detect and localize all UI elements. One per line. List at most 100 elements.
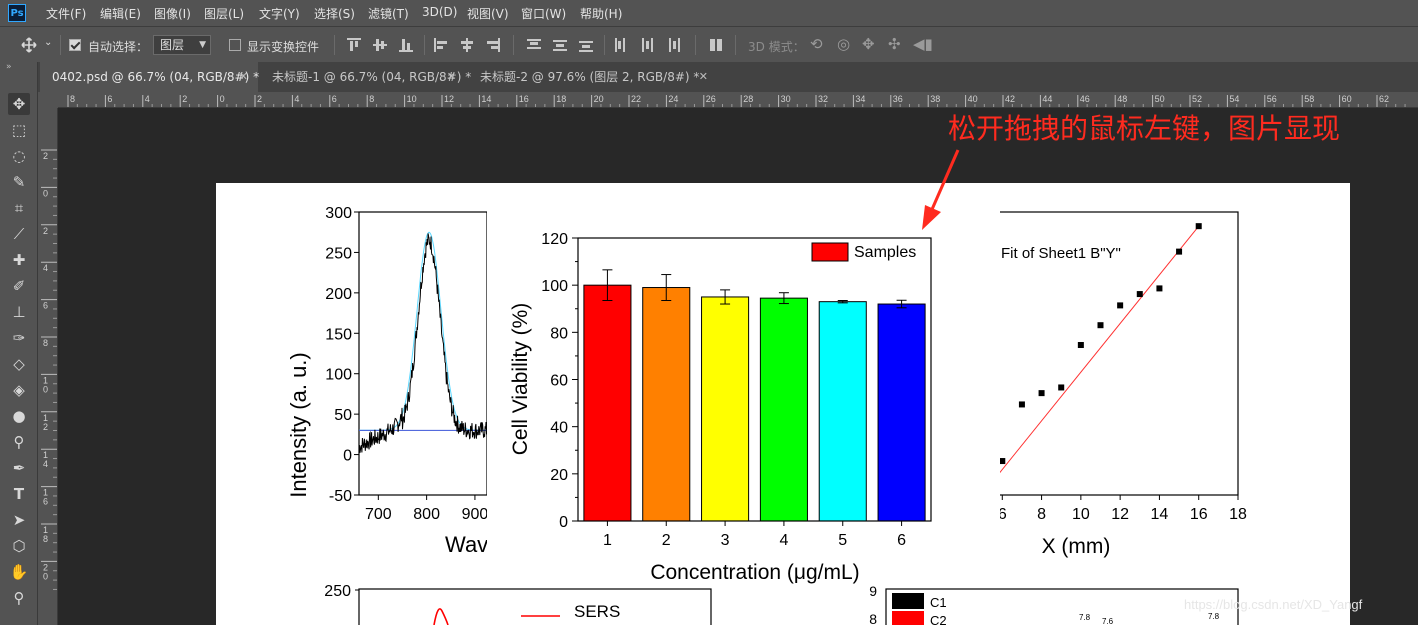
y-axis-label: Cell Viability (%) <box>509 303 532 456</box>
align-left-icon[interactable] <box>434 38 448 52</box>
pen-tool-icon[interactable]: ✒ <box>8 457 30 479</box>
distribute-top-icon[interactable] <box>527 38 541 52</box>
ruler-label: 4 <box>145 94 150 104</box>
chevron-down-icon[interactable]: ⌄ <box>44 37 52 48</box>
bar <box>759 297 808 522</box>
move-tool-icon[interactable] <box>20 37 38 53</box>
align-horizontal-center-icon[interactable] <box>460 38 474 52</box>
x-axis-label: X (mm) <box>1042 535 1111 558</box>
brush-tool-icon[interactable]: ✐ <box>8 275 30 297</box>
x-tick-label: 12 <box>1111 506 1129 523</box>
menu-filter[interactable]: 滤镜(T) <box>368 5 409 22</box>
move-tool-icon[interactable]: ✥ <box>8 93 30 115</box>
distribute-bottom-icon[interactable] <box>579 38 593 52</box>
history-brush-icon[interactable]: ✑ <box>8 327 30 349</box>
eraser-tool-icon[interactable]: ◇ <box>8 353 30 375</box>
distribute-right-icon[interactable] <box>666 38 680 52</box>
quick-select-tool-icon[interactable]: ✎ <box>8 171 30 193</box>
horizontal-ruler[interactable]: 8 6 4 2 0 2 4 6 8 10 12 14 16 18 20 22 24 26 28 30 32 34 36 38 4… <box>58 92 1418 108</box>
photoshop-logo: Ps <box>8 4 26 22</box>
distribute-vertical-center-icon[interactable] <box>553 38 567 52</box>
close-icon[interactable]: ✕ <box>239 62 248 92</box>
menu-help[interactable]: 帮助(H) <box>580 5 622 22</box>
menu-image[interactable]: 图像(I) <box>154 5 191 22</box>
auto-align-icon[interactable] <box>709 38 723 52</box>
zoom-tool-icon[interactable]: ⚲ <box>8 587 30 609</box>
document-canvas[interactable]: -50 0 50 100 150 200 250 300 700 800 900 Intensit… <box>216 183 1350 625</box>
divider <box>334 35 335 55</box>
y-tick-label: 80 <box>550 325 568 342</box>
auto-select-target-dropdown[interactable]: 图层 ▼ <box>153 35 211 55</box>
menu-view[interactable]: 视图(V) <box>467 5 509 22</box>
ruler-label: 52 <box>1192 94 1202 104</box>
tab-document-3[interactable]: 未标题-2 @ 97.6% (图层 2, RGB/8#) * ✕ <box>468 62 718 92</box>
healing-brush-icon[interactable]: ✚ <box>8 249 30 271</box>
ruler-label: 62 <box>1379 94 1389 104</box>
3d-slide-icon[interactable]: ✣ <box>888 35 901 53</box>
menu-select[interactable]: 选择(S) <box>314 5 355 22</box>
ruler-label: 42 <box>1005 94 1015 104</box>
panel-collapse-icon[interactable]: » <box>6 62 12 72</box>
menu-3d[interactable]: 3D(D) <box>422 5 457 19</box>
data-point <box>1136 291 1143 298</box>
dodge-tool-icon[interactable]: ⚲ <box>8 431 30 453</box>
data-label: 7.6 <box>1102 617 1114 625</box>
hand-tool-icon[interactable]: ✋ <box>8 561 30 583</box>
auto-select-checkbox[interactable] <box>69 39 81 51</box>
shape-tool-icon[interactable]: ⬡ <box>8 535 30 557</box>
eyedropper-tool-icon[interactable]: ⟋ <box>8 223 30 245</box>
vertical-ruler[interactable]: 202468101214161820 <box>38 108 58 625</box>
ruler-label: 26 <box>706 94 716 104</box>
menu-edit[interactable]: 编辑(E) <box>100 5 141 22</box>
tools-panel: » ✥ ⬚ ◌ ✎ ⌗ ⟋ ✚ ✐ ⊥ ✑ ◇ ◈ ● ⚲ ✒ T ➤ ⬡ ✋ … <box>0 62 38 625</box>
path-select-icon[interactable]: ➤ <box>8 509 30 531</box>
distribute-left-icon[interactable] <box>614 38 628 52</box>
align-vertical-center-icon[interactable] <box>373 38 387 52</box>
3d-pan-icon[interactable]: ✥ <box>862 35 875 53</box>
menu-type[interactable]: 文字(Y) <box>259 5 300 22</box>
distribute-horizontal-center-icon[interactable] <box>640 38 654 52</box>
ruler-label: 2 <box>43 151 48 161</box>
ruler-corner[interactable] <box>38 92 58 108</box>
lasso-tool-icon[interactable]: ◌ <box>8 145 30 167</box>
spectrum-chart: -50 0 50 100 150 200 250 300 700 800 900 Intensit… <box>286 205 488 557</box>
blur-tool-icon[interactable]: ● <box>8 405 30 427</box>
ruler-label: 2 <box>182 94 187 104</box>
ruler-label: 2 <box>43 226 48 236</box>
paint-bucket-icon[interactable]: ◈ <box>8 379 30 401</box>
y-tick-label: 150 <box>325 326 352 343</box>
show-transform-checkbox[interactable] <box>229 39 241 51</box>
stamp-tool-icon[interactable]: ⊥ <box>8 301 30 323</box>
tab-document-1[interactable]: 0402.psd @ 66.7% (04, RGB/8#) * ✕ <box>40 62 259 92</box>
close-icon[interactable]: ✕ <box>699 62 708 92</box>
ruler-label: 14 <box>481 94 491 104</box>
3d-roll-icon[interactable]: ◎ <box>837 35 850 53</box>
data-point <box>1176 248 1183 255</box>
y-tick-label: 0 <box>559 514 568 531</box>
ruler-label: 2 <box>257 94 262 104</box>
legend-label-c1: C1 <box>930 595 947 610</box>
x-tick-label: 2 <box>662 532 671 549</box>
3d-scale-icon[interactable]: ◀▮ <box>913 35 933 53</box>
x-tick-label: 10 <box>1072 506 1090 523</box>
type-tool-icon[interactable]: T <box>8 483 30 505</box>
document-artwork: -50050100150200250300 700 800 900 Intensit… <box>286 205 1247 625</box>
align-right-icon[interactable] <box>486 38 500 52</box>
bar <box>642 287 691 522</box>
ruler-label: 16 <box>519 94 529 104</box>
menu-layer[interactable]: 图层(L) <box>204 5 244 22</box>
tab-document-2[interactable]: 未标题-1 @ 66.7% (04, RGB/8#) * ✕ <box>260 62 471 92</box>
3d-orbit-icon[interactable]: ⟲ <box>810 35 823 53</box>
y-tick-label: 50 <box>334 407 352 424</box>
legend-swatch <box>811 242 849 262</box>
crop-tool-icon[interactable]: ⌗ <box>8 197 30 219</box>
align-top-icon[interactable] <box>347 38 361 52</box>
marquee-tool-icon[interactable]: ⬚ <box>8 119 30 141</box>
ruler-label: 48 <box>1117 94 1127 104</box>
align-bottom-icon[interactable] <box>399 38 413 52</box>
divider <box>604 35 605 55</box>
close-icon[interactable]: ✕ <box>447 62 456 92</box>
menu-window[interactable]: 窗口(W) <box>521 5 566 22</box>
menu-file[interactable]: 文件(F) <box>46 5 86 22</box>
x-tick-label: 900 <box>462 506 489 523</box>
